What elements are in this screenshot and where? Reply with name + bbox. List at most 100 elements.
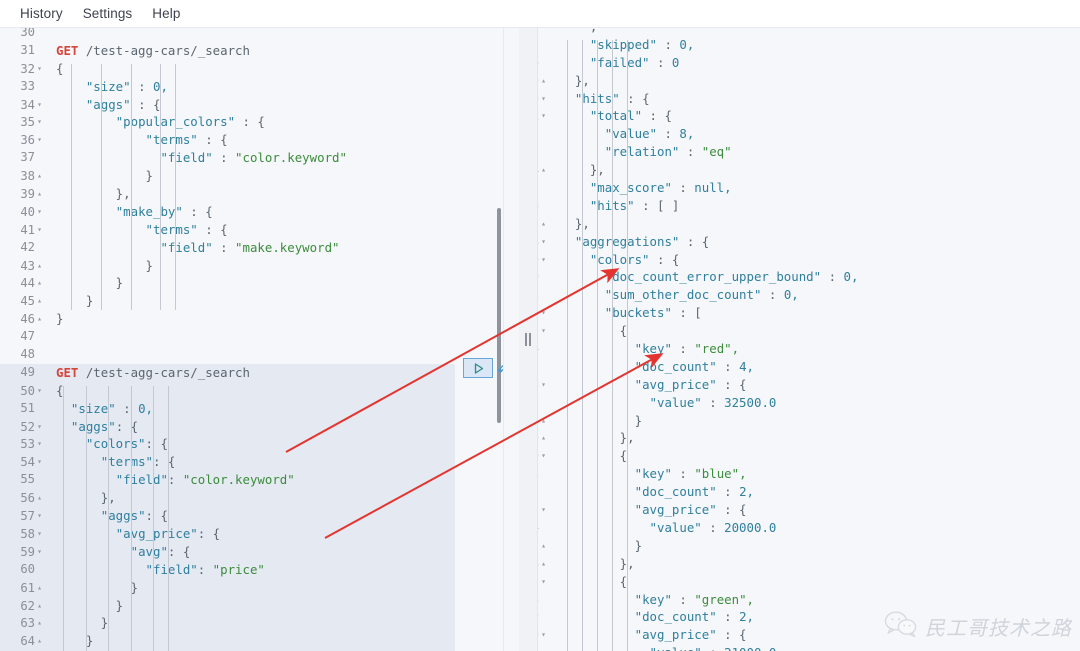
code-line[interactable]: 41 ▾ "terms" : { — [0, 221, 503, 239]
code-line[interactable]: 52 ▾ "aggs": { — [0, 418, 503, 436]
fold-up-icon[interactable]: ▴ — [35, 310, 44, 328]
code-line[interactable]: 34 ▾ "aggs" : { — [0, 96, 503, 114]
code-line[interactable]: 32 ▾ { — [0, 60, 503, 78]
fold-down-icon[interactable]: ▾ — [539, 447, 548, 465]
menu-history[interactable]: History — [10, 3, 73, 24]
fold-down-icon[interactable]: ▾ — [35, 221, 44, 239]
code-line[interactable]: 7 "skipped" : 0, — [504, 36, 1080, 54]
code-line[interactable]: 27 "value" : 32500.0 — [504, 394, 1080, 412]
fold-up-icon[interactable]: ▴ — [539, 215, 548, 233]
request-editor[interactable]: 30 31 GET /test-agg-cars/_search 32 ▾{33 "si… — [0, 28, 503, 651]
code-line[interactable]: 36▴ }, — [504, 555, 1080, 573]
code-line[interactable]: 55 "field": "color.keyword" — [0, 471, 503, 489]
code-line[interactable]: 48 — [0, 346, 503, 364]
code-line[interactable]: 47 — [0, 328, 503, 346]
fold-up-icon[interactable]: ▴ — [539, 429, 548, 447]
fold-down-icon[interactable]: ▾ — [539, 626, 548, 644]
fold-down-icon[interactable]: ▾ — [35, 96, 44, 114]
code-line[interactable]: 63 ▴ } — [0, 614, 503, 632]
fold-down-icon[interactable]: ▾ — [539, 573, 548, 591]
code-line[interactable]: 35 ▾ "popular_colors" : { — [0, 113, 503, 131]
code-line[interactable]: 33▾ "avg_price" : { — [504, 501, 1080, 519]
fold-up-icon[interactable]: ▴ — [35, 489, 44, 507]
code-line[interactable]: 46 ▴} — [0, 310, 503, 328]
response-viewer[interactable]: 6 ,7 "skipped" : 0,8 "failed" : 09▴ },10… — [503, 28, 1080, 651]
code-line[interactable]: 58 ▾ "avg_price": { — [0, 525, 503, 543]
code-line[interactable]: 34 "value" : 20000.0 — [504, 519, 1080, 537]
code-line[interactable]: 29▴ }, — [504, 429, 1080, 447]
code-line[interactable]: 36 ▾ "terms" : { — [0, 131, 503, 149]
code-line[interactable]: 13 "relation" : "eq" — [504, 143, 1080, 161]
code-line[interactable]: 39 ▴ }, — [0, 185, 503, 203]
request-options-wrench-button[interactable] — [495, 358, 503, 378]
code-line[interactable]: 31 "key" : "blue", — [504, 465, 1080, 483]
code-line[interactable]: 44 ▴ } — [0, 274, 503, 292]
code-line[interactable]: 45 ▴ } — [0, 292, 503, 310]
code-line[interactable]: 15 "max_score" : null, — [504, 179, 1080, 197]
fold-up-icon[interactable]: ▴ — [35, 167, 44, 185]
code-line[interactable]: 38 ▴ } — [0, 167, 503, 185]
fold-down-icon[interactable]: ▾ — [35, 525, 44, 543]
code-line[interactable]: 57 ▾ "aggs": { — [0, 507, 503, 525]
code-line[interactable]: 38 "key" : "green", — [504, 591, 1080, 609]
menu-help[interactable]: Help — [142, 3, 190, 24]
code-line[interactable]: 50 ▾ { — [0, 382, 503, 400]
fold-up-icon[interactable]: ▴ — [35, 579, 44, 597]
code-line[interactable]: 60 "field": "price" — [0, 561, 503, 579]
code-line[interactable]: 25 "doc_count" : 4, — [504, 358, 1080, 376]
fold-down-icon[interactable]: ▾ — [35, 203, 44, 221]
code-line[interactable]: 18▾ "aggregations" : { — [504, 233, 1080, 251]
code-line[interactable]: 23▾ { — [504, 322, 1080, 340]
fold-up-icon[interactable]: ▴ — [539, 161, 548, 179]
code-line[interactable]: 35▴ } — [504, 537, 1080, 555]
fold-down-icon[interactable]: ▾ — [35, 435, 44, 453]
fold-down-icon[interactable]: ▾ — [539, 233, 548, 251]
fold-down-icon[interactable]: ▾ — [539, 304, 548, 322]
fold-up-icon[interactable]: ▴ — [35, 614, 44, 632]
fold-down-icon[interactable]: ▾ — [35, 131, 44, 149]
code-line[interactable]: 33 "size" : 0, — [0, 78, 503, 96]
fold-up-icon[interactable]: ▴ — [35, 292, 44, 310]
fold-up-icon[interactable]: ▴ — [35, 185, 44, 203]
code-line[interactable]: 32 "doc_count" : 2, — [504, 483, 1080, 501]
code-line[interactable]: 17▴ }, — [504, 215, 1080, 233]
send-request-button[interactable] — [463, 358, 493, 378]
fold-down-icon[interactable]: ▾ — [539, 376, 548, 394]
code-line[interactable]: 19▾ "colors" : { — [504, 251, 1080, 269]
code-line[interactable]: 30▾ { — [504, 447, 1080, 465]
code-line[interactable]: 62 ▴ } — [0, 597, 503, 615]
fold-down-icon[interactable]: ▾ — [35, 507, 44, 525]
fold-up-icon[interactable]: ▴ — [35, 632, 44, 650]
code-line[interactable]: 37▾ { — [504, 573, 1080, 591]
code-line[interactable]: 12 "value" : 8, — [504, 125, 1080, 143]
fold-down-icon[interactable]: ▾ — [539, 322, 548, 340]
fold-down-icon[interactable]: ▾ — [539, 501, 548, 519]
code-line[interactable]: 24 "key" : "red", — [504, 340, 1080, 358]
fold-down-icon[interactable]: ▾ — [35, 382, 44, 400]
editor-vertical-scrollbar[interactable] — [497, 208, 501, 423]
menu-settings[interactable]: Settings — [73, 3, 143, 24]
fold-down-icon[interactable]: ▾ — [35, 113, 44, 131]
code-line[interactable]: 26▾ "avg_price" : { — [504, 376, 1080, 394]
fold-up-icon[interactable]: ▴ — [539, 555, 548, 573]
code-line[interactable]: 6 , — [504, 28, 1080, 36]
fold-down-icon[interactable]: ▾ — [539, 251, 548, 269]
fold-down-icon[interactable]: ▾ — [35, 453, 44, 471]
code-line[interactable]: 28▴ } — [504, 412, 1080, 430]
fold-up-icon[interactable]: ▴ — [539, 72, 548, 90]
code-line[interactable]: 31 GET /test-agg-cars/_search — [0, 42, 503, 60]
fold-down-icon[interactable]: ▾ — [35, 418, 44, 436]
code-line[interactable]: 30 — [0, 28, 503, 42]
code-line[interactable]: 10▾ "hits" : { — [504, 90, 1080, 108]
code-line[interactable]: 59 ▾ "avg": { — [0, 543, 503, 561]
code-line[interactable]: 42 "field" : "make.keyword" — [0, 239, 503, 257]
code-line[interactable]: 43 ▴ } — [0, 257, 503, 275]
code-line[interactable]: 22▾ "buckets" : [ — [504, 304, 1080, 322]
code-line[interactable]: 61 ▴ } — [0, 579, 503, 597]
fold-up-icon[interactable]: ▴ — [35, 257, 44, 275]
code-line[interactable]: 8 "failed" : 0 — [504, 54, 1080, 72]
fold-down-icon[interactable]: ▾ — [35, 543, 44, 561]
fold-up-icon[interactable]: ▴ — [539, 412, 548, 430]
fold-up-icon[interactable]: ▴ — [35, 597, 44, 615]
code-line[interactable]: 40 ▾ "make_by" : { — [0, 203, 503, 221]
